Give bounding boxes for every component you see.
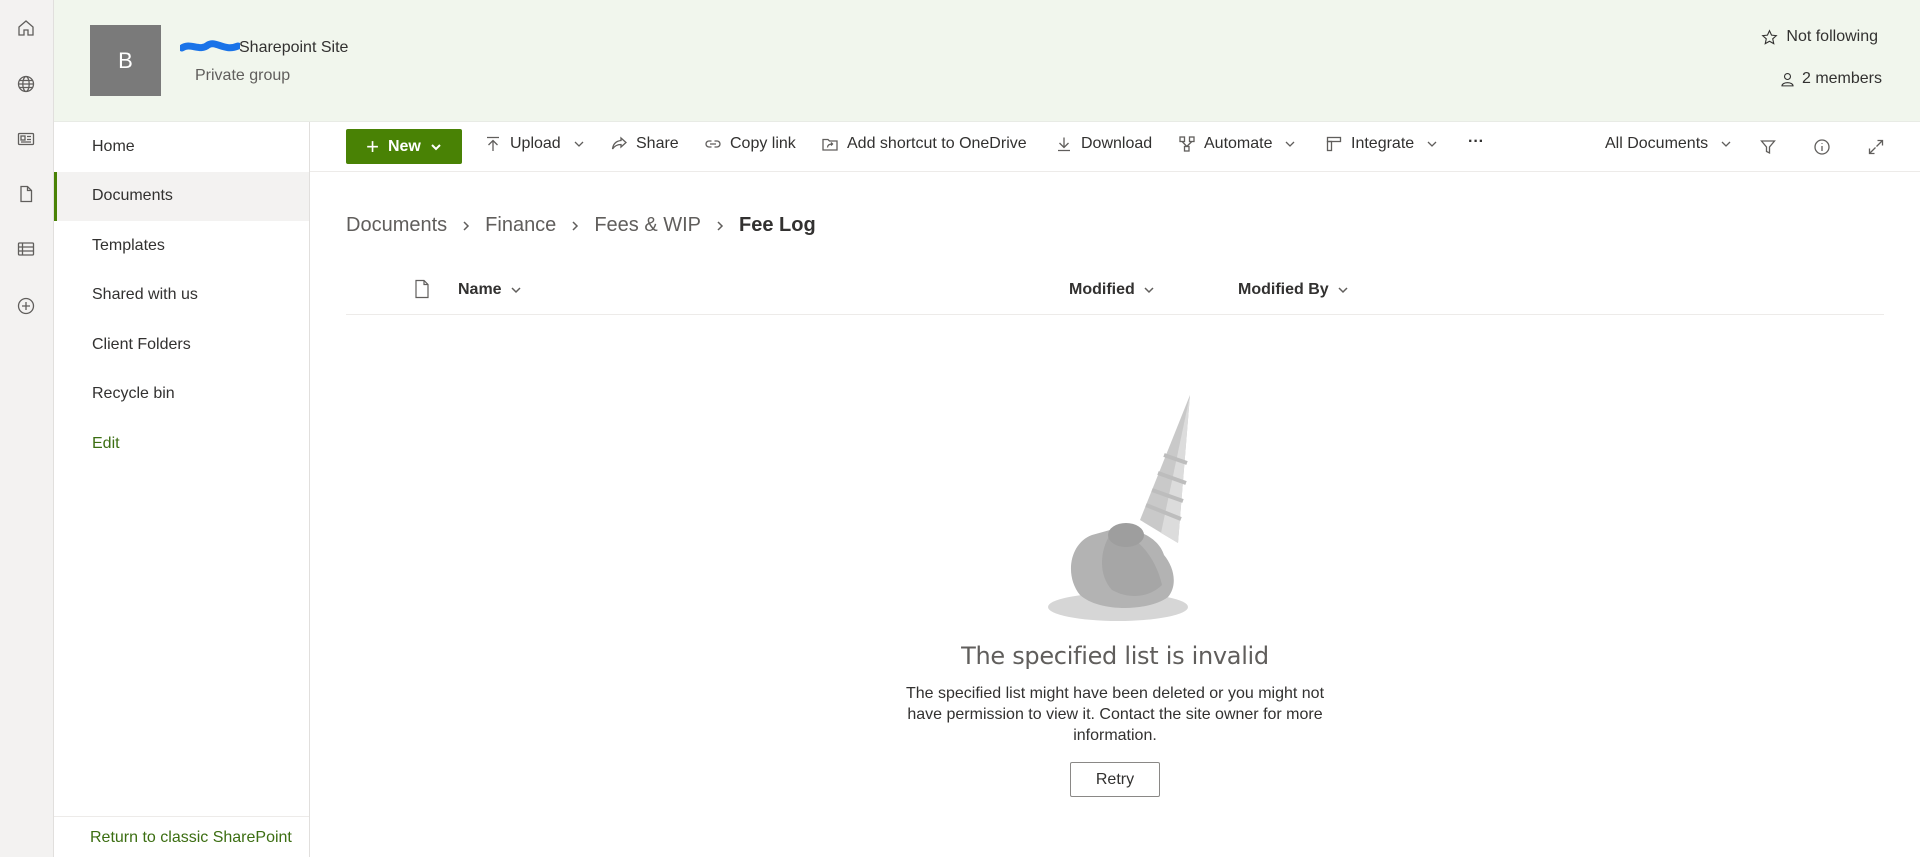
upload-button[interactable]: Upload xyxy=(484,135,585,153)
download-icon xyxy=(1058,137,1070,152)
integrate-button[interactable]: Integrate xyxy=(1325,135,1438,153)
column-header-name[interactable]: Name xyxy=(458,281,522,299)
view-selector[interactable]: All Documents xyxy=(1605,135,1732,153)
return-to-classic-link[interactable]: Return to classic SharePoint xyxy=(90,829,292,847)
follow-label: Not following xyxy=(1786,28,1878,45)
breadcrumb-item-finance[interactable]: Finance xyxy=(485,214,556,237)
site-logo[interactable]: B xyxy=(90,25,161,96)
more-icon: ··· xyxy=(1468,133,1484,150)
chevron-down-icon xyxy=(574,141,584,147)
empty-state-description: The specified list might have been delet… xyxy=(905,685,1325,744)
add-shortcut-button[interactable]: Add shortcut to OneDrive xyxy=(821,135,1027,153)
column-header-modified-by[interactable]: Modified By xyxy=(1238,281,1349,299)
share-label: Share xyxy=(636,135,679,152)
link-icon xyxy=(705,140,721,148)
nav-item-client-folders[interactable]: Client Folders xyxy=(54,320,309,370)
add-shortcut-label: Add shortcut to OneDrive xyxy=(847,135,1027,152)
home-icon[interactable] xyxy=(13,15,39,41)
share-button[interactable]: Share xyxy=(610,135,679,153)
site-header: B Sharepoint Site Private group Not foll… xyxy=(54,0,1920,122)
chevron-down-icon xyxy=(1721,141,1731,147)
nav-item-label: Home xyxy=(92,137,135,155)
empty-state-title: The specified list is invalid xyxy=(961,642,1269,670)
column-header-modified[interactable]: Modified xyxy=(1069,281,1155,299)
breadcrumb-item-fees-wip[interactable]: Fees & WIP xyxy=(594,214,701,237)
column-modified-by-label: Modified By xyxy=(1238,281,1329,298)
expand-icon[interactable] xyxy=(1864,135,1888,159)
chevron-right-icon xyxy=(714,220,726,232)
star-icon xyxy=(1761,28,1778,45)
share-icon xyxy=(611,136,627,150)
column-modified-label: Modified xyxy=(1069,281,1135,298)
integrate-icon xyxy=(1326,136,1342,152)
chevron-down-icon xyxy=(1286,141,1295,147)
lists-icon[interactable] xyxy=(13,236,39,262)
automate-button[interactable]: Automate xyxy=(1178,135,1296,153)
column-header-row: Name Modified Modified By xyxy=(346,270,1884,315)
members-label: 2 members xyxy=(1801,70,1882,87)
news-icon[interactable] xyxy=(13,126,39,152)
view-selector-label: All Documents xyxy=(1605,135,1709,152)
breadcrumb-item-documents[interactable]: Documents xyxy=(346,214,447,237)
nav-item-recycle-bin[interactable]: Recycle bin xyxy=(54,370,309,420)
integrate-label: Integrate xyxy=(1351,135,1415,152)
chevron-down-icon xyxy=(1427,141,1437,147)
chevron-down-icon xyxy=(431,143,441,150)
site-logo-letter: B xyxy=(118,47,133,73)
members-button[interactable]: 2 members xyxy=(1779,70,1882,88)
nav-item-shared-with-us[interactable]: Shared with us xyxy=(54,271,309,321)
nav-item-label: Client Folders xyxy=(92,335,191,353)
files-icon[interactable] xyxy=(13,181,39,207)
app-bar xyxy=(0,0,54,857)
new-button[interactable]: + New xyxy=(346,129,462,164)
plus-icon: + xyxy=(366,133,379,159)
automate-label: Automate xyxy=(1204,135,1273,152)
nav-edit-link[interactable]: Edit xyxy=(54,419,309,469)
nav-item-home[interactable]: Home xyxy=(54,122,309,172)
info-icon[interactable] xyxy=(1810,135,1834,159)
download-label: Download xyxy=(1081,135,1153,152)
nav-item-label: Shared with us xyxy=(92,286,198,304)
chevron-right-icon xyxy=(460,220,472,232)
column-name-label: Name xyxy=(458,281,502,298)
chevron-down-icon xyxy=(1144,287,1154,294)
nav-item-documents[interactable]: Documents xyxy=(54,171,309,221)
chevron-right-icon xyxy=(569,220,581,232)
dropped-ice-cream-illustration xyxy=(1048,395,1190,621)
chevron-down-icon xyxy=(1338,287,1348,294)
left-nav: Home Documents Templates Shared with us … xyxy=(54,122,310,857)
filter-icon[interactable] xyxy=(1756,135,1780,159)
nav-item-label: Edit xyxy=(92,434,120,452)
site-title[interactable]: Sharepoint Site xyxy=(239,39,348,57)
globe-icon[interactable] xyxy=(13,71,39,97)
nav-item-templates[interactable]: Templates xyxy=(54,221,309,271)
copy-link-label: Copy link xyxy=(730,135,796,152)
file-type-icon[interactable] xyxy=(414,279,430,299)
shortcut-icon xyxy=(822,138,838,151)
follow-button[interactable]: Not following xyxy=(1761,28,1878,46)
person-icon xyxy=(1781,72,1794,86)
command-bar: + New Upload Share Copy link Add shortcu… xyxy=(310,122,1920,172)
create-icon[interactable] xyxy=(13,293,39,319)
nav-item-label: Recycle bin xyxy=(92,385,175,403)
new-button-label: New xyxy=(387,137,421,155)
upload-label: Upload xyxy=(510,135,561,152)
retry-button[interactable]: Retry xyxy=(1070,762,1160,797)
automate-icon xyxy=(1179,136,1195,152)
breadcrumb: Documents Finance Fees & WIP Fee Log xyxy=(346,214,816,237)
nav-item-label: Templates xyxy=(92,236,165,254)
download-button[interactable]: Download xyxy=(1055,135,1152,153)
redaction-scribble xyxy=(180,40,240,52)
divider xyxy=(54,816,309,817)
copy-link-button[interactable]: Copy link xyxy=(704,135,796,153)
breadcrumb-current: Fee Log xyxy=(739,214,816,236)
upload-icon xyxy=(487,136,499,151)
chevron-down-icon xyxy=(511,287,521,294)
site-subtitle: Private group xyxy=(195,67,291,84)
nav-item-label: Documents xyxy=(92,187,173,205)
more-options-button[interactable]: ··· xyxy=(1468,133,1484,151)
